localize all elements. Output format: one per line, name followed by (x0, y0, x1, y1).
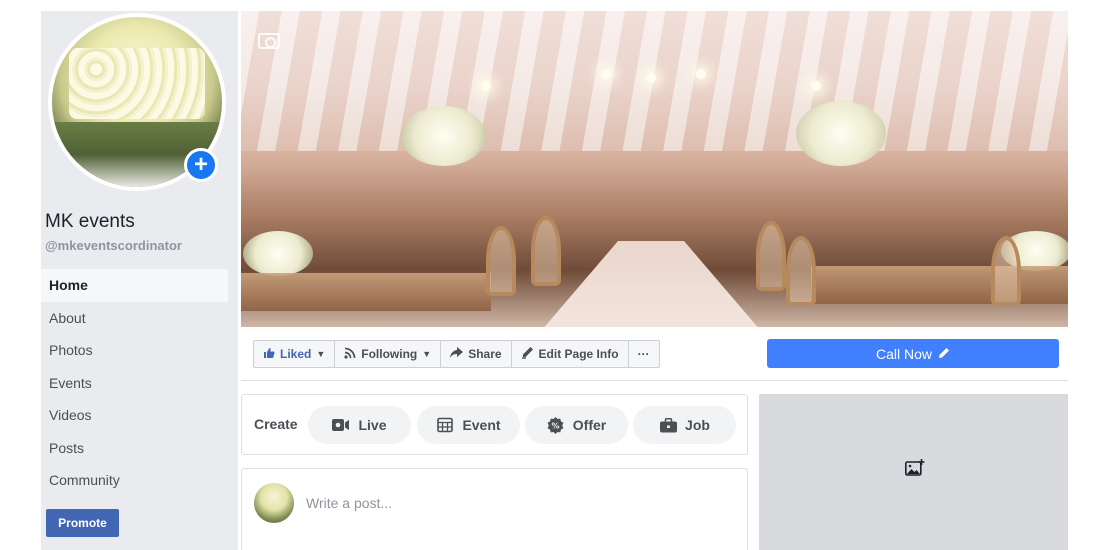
create-offer-button[interactable]: % Offer (525, 406, 628, 444)
create-job-label: Job (685, 417, 710, 433)
create-offer-label: Offer (572, 417, 607, 433)
cover-light (696, 69, 706, 79)
offer-tag-icon: % (547, 416, 565, 434)
add-image-icon[interactable] (905, 459, 925, 476)
sidebar-item-videos[interactable]: Videos (41, 399, 228, 432)
sidebar-item-community[interactable]: Community (41, 464, 228, 497)
sidebar-item-events[interactable]: Events (41, 367, 228, 400)
cover-photo[interactable] (241, 11, 1068, 327)
liked-button[interactable]: Liked ▼ (253, 340, 336, 368)
more-icon: ··· (637, 347, 650, 361)
sidebar-item-photos[interactable]: Photos (41, 334, 228, 367)
cover-chair (786, 236, 816, 306)
cover-centerpiece (243, 231, 313, 276)
cover-light (601, 69, 611, 79)
svg-text:%: % (552, 421, 560, 430)
avatar (254, 483, 294, 523)
call-now-button[interactable]: Call Now (767, 339, 1059, 368)
composer-card: Write a post... (241, 468, 748, 550)
share-label: Share (468, 347, 502, 361)
cover-centerpiece (401, 106, 486, 166)
share-arrow-icon (450, 347, 464, 361)
more-options-button[interactable]: ··· (627, 340, 660, 368)
briefcase-icon (659, 416, 677, 434)
edit-page-info-button[interactable]: Edit Page Info (510, 340, 629, 368)
video-camera-icon (332, 416, 350, 434)
page-username[interactable]: @mkeventscordinator (45, 238, 182, 253)
create-live-button[interactable]: Live (308, 406, 411, 444)
left-column: + MK events @mkeventscordinator Home Abo… (41, 11, 238, 550)
page-name[interactable]: MK events (45, 211, 135, 233)
thumbs-up-icon (263, 347, 275, 362)
cover-chair (991, 236, 1021, 306)
following-button[interactable]: Following ▼ (334, 340, 442, 368)
add-profile-photo-button[interactable]: + (184, 148, 218, 182)
cover-chair (756, 221, 786, 291)
edit-page-info-label: Edit Page Info (538, 347, 619, 361)
cover-floor (541, 241, 761, 327)
cover-table (241, 273, 491, 311)
cover-centerpiece (796, 101, 886, 166)
cover-light (646, 73, 656, 83)
cover-table (811, 266, 1068, 304)
promote-button[interactable]: Promote (46, 509, 119, 537)
create-event-label: Event (462, 417, 501, 433)
chevron-down-icon: ▼ (422, 349, 432, 359)
create-label: Create (254, 416, 298, 432)
chevron-down-icon: ▼ (316, 349, 326, 359)
cover-light (481, 81, 491, 91)
create-live-label: Live (358, 417, 387, 433)
create-job-button[interactable]: Job (633, 406, 736, 444)
right-media-panel[interactable] (759, 394, 1068, 550)
call-now-label: Call Now (875, 345, 932, 362)
cover-chair (531, 216, 561, 286)
sidebar-item-home[interactable]: Home (41, 269, 228, 302)
pencil-icon (938, 346, 950, 362)
cover-chair (486, 226, 516, 296)
plus-icon: + (193, 151, 208, 178)
rss-icon (344, 347, 356, 362)
page-actions-bar: Liked ▼ Following ▼ Share Edit Page Info… (241, 327, 1068, 381)
calendar-icon (436, 416, 454, 434)
share-button[interactable]: Share (440, 340, 512, 368)
create-post-card: Create Live Event % Offer Job (241, 394, 748, 455)
sidebar-item-about[interactable]: About (41, 302, 228, 335)
page-nav: Home About Photos Events Videos Posts Co… (41, 269, 228, 497)
create-event-button[interactable]: Event (417, 406, 520, 444)
following-label: Following (361, 347, 418, 361)
page-action-buttons: Liked ▼ Following ▼ Share Edit Page Info… (253, 340, 660, 368)
camera-icon[interactable] (258, 33, 280, 49)
pencil-icon (521, 346, 534, 362)
sidebar-item-posts[interactable]: Posts (41, 432, 228, 465)
write-post-input[interactable]: Write a post... (306, 495, 392, 511)
liked-label: Liked (280, 347, 312, 361)
cover-light (811, 81, 821, 91)
